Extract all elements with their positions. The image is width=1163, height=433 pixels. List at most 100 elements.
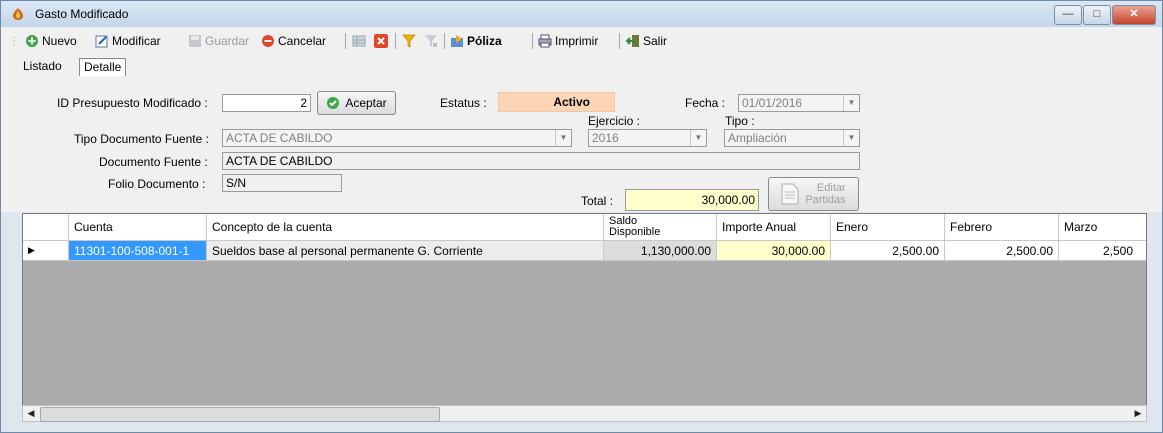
- aceptar-label: Aceptar: [345, 96, 387, 110]
- grid-delete-icon: [352, 35, 366, 47]
- poliza-label: Póliza: [467, 34, 502, 48]
- cell-marzo[interactable]: 2,500: [1059, 241, 1146, 261]
- column-header-cuenta[interactable]: Cuenta: [69, 214, 207, 241]
- modificar-button[interactable]: Modificar: [95, 33, 161, 49]
- salir-label: Salir: [643, 34, 668, 48]
- window-controls: — □ ✕: [1053, 5, 1156, 25]
- horizontal-scrollbar[interactable]: ◀ ▶: [22, 405, 1147, 422]
- poliza-button[interactable]: Póliza: [450, 33, 502, 49]
- nuevo-button[interactable]: Nuevo: [25, 33, 77, 49]
- title-bar: Gasto Modificado — □ ✕: [1, 1, 1162, 27]
- tipo-doc-label: Tipo Documento Fuente :: [74, 132, 209, 146]
- scroll-right-icon[interactable]: ▶: [1130, 406, 1146, 421]
- toolbar-separator: [532, 33, 533, 49]
- chevron-down-icon[interactable]: ▼: [843, 95, 859, 111]
- column-header-saldo[interactable]: Saldo Disponible: [604, 214, 717, 241]
- salir-button[interactable]: Salir: [626, 33, 667, 49]
- tab-listado[interactable]: Listado: [19, 58, 66, 75]
- close-button[interactable]: ✕: [1112, 5, 1156, 25]
- edit-icon: [95, 35, 108, 48]
- partidas-grid: Cuenta Concepto de la cuenta Saldo Dispo…: [22, 213, 1147, 422]
- app-icon: [13, 8, 23, 20]
- toolbar-separator: [619, 33, 620, 49]
- cell-importe[interactable]: 30,000.00: [717, 241, 831, 261]
- doc-fuente-field: ACTA DE CABILDO: [222, 152, 860, 170]
- printer-icon: [538, 34, 552, 48]
- close-record-button[interactable]: [374, 33, 391, 49]
- nuevo-label: Nuevo: [42, 34, 77, 48]
- modificar-label: Modificar: [112, 34, 161, 48]
- cancelar-button[interactable]: Cancelar: [261, 33, 326, 49]
- check-circle-icon: [327, 97, 340, 109]
- chevron-down-icon[interactable]: ▼: [843, 130, 859, 146]
- ejercicio-value: 2016: [592, 131, 619, 145]
- tab-strip: Listado Detalle: [1, 54, 1162, 78]
- folio-field: S/N: [222, 174, 342, 192]
- total-label: Total :: [581, 194, 614, 208]
- maximize-button[interactable]: □: [1083, 5, 1111, 25]
- delete-grid-button[interactable]: [352, 33, 369, 49]
- scrollbar-thumb[interactable]: [40, 407, 440, 422]
- filter-button[interactable]: [402, 33, 419, 49]
- column-header-concepto[interactable]: Concepto de la cuenta: [207, 214, 604, 241]
- editar-partidas-label: Editar Partidas: [805, 182, 845, 206]
- cancelar-label: Cancelar: [278, 34, 327, 48]
- imprimir-label: Imprimir: [555, 34, 599, 48]
- total-field: 30,000.00: [625, 189, 759, 211]
- toolbar-separator: [444, 33, 445, 49]
- saldo-header-line2: Disponible: [609, 226, 661, 238]
- tipo-doc-value: ACTA DE CABILDO: [226, 131, 333, 145]
- toolbar-grip: ⋮: [9, 35, 19, 47]
- document-icon: [781, 183, 799, 205]
- toolbar-separator: [395, 33, 396, 49]
- detail-form: ID Presupuesto Modificado : 2 Aceptar Es…: [1, 78, 1162, 212]
- row-selector-arrow-icon[interactable]: ▶: [23, 241, 69, 261]
- fecha-label: Fecha :: [685, 96, 726, 110]
- minimize-button[interactable]: —: [1054, 5, 1082, 25]
- column-header-marzo[interactable]: Marzo: [1059, 214, 1146, 241]
- close-x-icon: [374, 34, 388, 48]
- clear-filter-button[interactable]: [424, 33, 441, 49]
- row-header-corner: [23, 214, 69, 241]
- tab-detalle[interactable]: Detalle: [79, 58, 127, 76]
- plus-circle-icon: [26, 35, 38, 47]
- filter-clear-icon: [425, 35, 438, 48]
- fecha-picker[interactable]: 01/01/2016 ▼: [738, 94, 860, 112]
- guardar-button[interactable]: Guardar: [188, 33, 249, 49]
- column-header-febrero[interactable]: Febrero: [945, 214, 1059, 241]
- fecha-value: 01/01/2016: [742, 96, 803, 110]
- id-input[interactable]: 2: [222, 94, 311, 112]
- estatus-value: Activo: [498, 92, 615, 112]
- cell-saldo[interactable]: 1,130,000.00: [604, 241, 717, 261]
- cell-febrero[interactable]: 2,500.00: [945, 241, 1059, 261]
- filter-icon: [402, 34, 416, 48]
- doc-fuente-label: Documento Fuente :: [99, 155, 208, 169]
- imprimir-button[interactable]: Imprimir: [538, 33, 598, 49]
- cell-enero[interactable]: 2,500.00: [831, 241, 945, 261]
- aceptar-button[interactable]: Aceptar: [317, 91, 396, 115]
- tab-detalle-label: Detalle: [84, 60, 122, 74]
- editar-partidas-button[interactable]: Editar Partidas: [768, 177, 859, 211]
- column-header-importe[interactable]: Importe Anual: [717, 214, 831, 241]
- folio-label: Folio Documento :: [108, 177, 206, 191]
- guardar-label: Guardar: [205, 34, 250, 48]
- app-window: Gasto Modificado — □ ✕ ⋮ Nuevo Modificar…: [0, 0, 1163, 433]
- scroll-left-icon[interactable]: ◀: [23, 406, 39, 421]
- cell-cuenta[interactable]: 11301-100-508-001-1: [69, 241, 207, 261]
- table-row[interactable]: ▶ 11301-100-508-001-1 Sueldos base al pe…: [23, 241, 1146, 261]
- tipo-doc-select[interactable]: ACTA DE CABILDO ▼: [222, 129, 572, 147]
- cell-concepto[interactable]: Sueldos base al personal permanente G. C…: [207, 241, 604, 261]
- ejercicio-select[interactable]: 2016 ▼: [588, 129, 707, 147]
- id-label: ID Presupuesto Modificado :: [57, 96, 208, 110]
- estatus-label: Estatus :: [440, 96, 487, 110]
- tipo-label: Tipo :: [725, 114, 755, 128]
- poliza-icon: [451, 35, 463, 47]
- chevron-down-icon[interactable]: ▼: [555, 130, 571, 146]
- chevron-down-icon[interactable]: ▼: [690, 130, 706, 146]
- editar-line2: Partidas: [805, 194, 846, 206]
- save-icon: [189, 35, 201, 47]
- tipo-select[interactable]: Ampliación ▼: [724, 129, 860, 147]
- column-header-enero[interactable]: Enero: [831, 214, 945, 241]
- tab-listado-label: Listado: [23, 59, 62, 73]
- editar-line1: Editar: [816, 182, 846, 194]
